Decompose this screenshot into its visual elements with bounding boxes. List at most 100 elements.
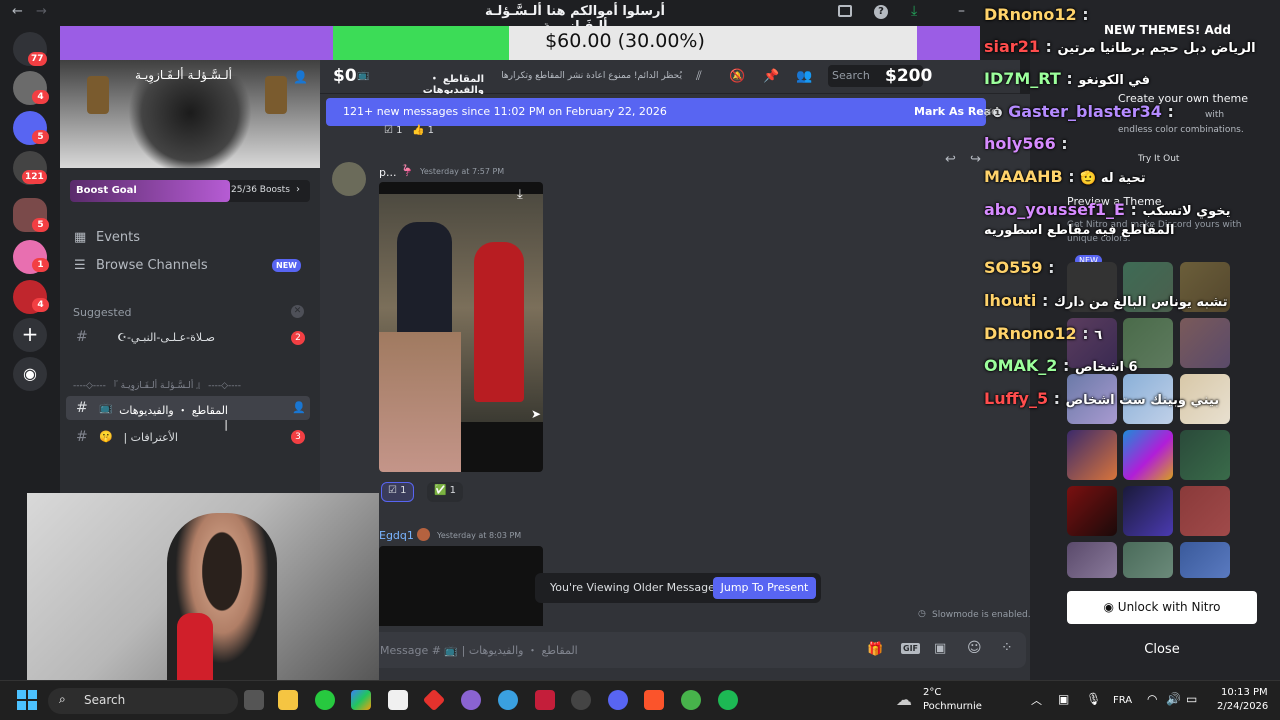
copilot-icon[interactable] [351, 690, 371, 710]
theme-swatch[interactable] [1067, 430, 1117, 480]
back-arrow-icon[interactable]: ← [12, 4, 23, 19]
emoji-icon[interactable]: ☺ [967, 640, 982, 656]
store-icon[interactable] [388, 690, 408, 710]
app-icon[interactable] [461, 690, 481, 710]
theme-swatch[interactable] [1180, 486, 1230, 536]
discord-icon[interactable] [608, 690, 628, 710]
reaction-button[interactable]: ✅ 1 [427, 482, 464, 502]
video-attachment[interactable] [379, 546, 543, 626]
slowmode-icon: ◷ [918, 609, 926, 619]
video-attachment[interactable]: ⤓ [379, 182, 543, 472]
app-icon[interactable] [315, 690, 335, 710]
theme-swatch[interactable] [1067, 486, 1117, 536]
browse-channels-link[interactable]: Browse Channels [96, 258, 208, 273]
threads-icon[interactable]: ⫽ [696, 69, 702, 84]
language-indicator[interactable]: FRA [1113, 695, 1132, 706]
chat-overlay-row: MAAAHB : تحية له 🫡 [984, 167, 1146, 186]
wps-icon[interactable] [535, 690, 555, 710]
brave-icon[interactable] [644, 690, 664, 710]
message-username[interactable]: Egdq1 [379, 529, 414, 542]
clock-date[interactable]: 2/24/2026 [1217, 701, 1268, 712]
task-view-icon[interactable] [244, 690, 264, 710]
channel-name[interactable]: المقاطع ・ والفيديوهات | [118, 402, 228, 431]
forward-arrow-icon[interactable]: → [36, 4, 47, 19]
events-link[interactable]: Events [96, 230, 140, 245]
minimize-icon[interactable]: – [958, 3, 965, 19]
reply-icon[interactable]: ↩ [945, 152, 956, 167]
help-icon[interactable]: ? [874, 5, 888, 19]
sticker-icon[interactable]: ▣ [934, 641, 946, 656]
unread-badge: 1 [32, 258, 49, 272]
edge-icon[interactable] [498, 690, 518, 710]
add-server-icon[interactable]: + [13, 318, 47, 352]
face-emoji-icon: 🤫 [99, 430, 113, 443]
goal-start-amount: $0 [333, 66, 357, 86]
windows-start-icon[interactable] [17, 690, 37, 710]
theme-swatch[interactable] [1180, 542, 1230, 578]
add-member-icon[interactable]: 👤 [292, 401, 306, 414]
discover-icon[interactable]: ◉ [13, 357, 47, 391]
volume-icon[interactable]: 🔊 [1166, 692, 1181, 706]
tv-icon: 📺 [99, 401, 113, 414]
chat-overlay-row: holy566 : [984, 134, 1068, 153]
theme-swatch[interactable] [1123, 542, 1173, 578]
microphone-icon[interactable]: 🎙 [1086, 692, 1101, 706]
message-timestamp: Yesterday at 7:57 PM [420, 167, 505, 176]
channel-name[interactable]: الأعترافات | [118, 431, 178, 444]
message-input-placeholder: Message # 📺 | المقاطع ・ والفيديوهات [380, 644, 578, 657]
unread-badge: 4 [32, 298, 49, 312]
spotify-icon[interactable] [718, 690, 738, 710]
clock-time[interactable]: 10:13 PM [1221, 687, 1268, 698]
pin-icon[interactable]: 📌 [763, 69, 779, 84]
suggested-channel[interactable]: صـلاة-عـلـى-النبـي-☪ [95, 331, 215, 344]
user-badge-icon [417, 528, 430, 541]
avatar[interactable] [332, 162, 366, 196]
chevron-right-icon: › [296, 184, 300, 195]
battery-icon[interactable]: ▭ [1186, 692, 1197, 706]
theme-swatch[interactable] [1180, 430, 1230, 480]
unread-badge: 121 [22, 170, 47, 184]
members-icon[interactable]: 👥 [796, 69, 812, 84]
apps-icon[interactable]: ⁘ [1001, 640, 1013, 656]
chat-overlay-row: SO559 : [984, 258, 1055, 277]
theme-swatch[interactable] [1067, 542, 1117, 578]
obs-icon[interactable] [571, 690, 591, 710]
theme-swatch[interactable] [1123, 486, 1173, 536]
jump-to-present-button[interactable]: Jump To Present [713, 577, 816, 599]
file-explorer-icon[interactable] [278, 690, 298, 710]
channel-topic[interactable]: يُحظر الدائم! ممنوع اعادة نشر المقاطع وت… [502, 71, 682, 81]
nitro-icon: ◉ [1103, 600, 1114, 614]
close-button[interactable]: Close [1067, 636, 1257, 664]
category-header[interactable]: ----◇---- 『 ألـسَّـؤلـة ألـفَـازوِيـة 』 … [73, 378, 248, 391]
goal-text: $60.00 (30.00%) [545, 30, 705, 52]
add-member-icon[interactable]: 👤 [293, 70, 308, 84]
taskbar-search[interactable]: Search [48, 688, 238, 714]
chat-overlay-row: DRnono12 : ٦ [984, 324, 1103, 343]
theme-swatch[interactable] [1123, 430, 1173, 480]
chat-overlay-row: ID7M_RT : في الكونغو [984, 69, 1150, 88]
hash-icon: # [76, 429, 88, 445]
server-name[interactable]: ألـسَّـؤلـة ألـفَـازوِيـة [72, 68, 232, 82]
slowmode-notice: Slowmode is enabled. [932, 610, 1031, 620]
reaction-button[interactable]: ☑ 1 [381, 482, 414, 502]
message-username[interactable]: p... [379, 166, 396, 179]
older-messages-text: You're Viewing Older Messages [550, 581, 721, 594]
download-icon[interactable]: ⤓ [911, 3, 917, 19]
inbox-icon[interactable] [838, 5, 852, 17]
boost-count: 25/36 Boosts [231, 185, 290, 195]
wifi-icon[interactable]: ◠ [1147, 692, 1157, 706]
gif-icon[interactable]: GIF [901, 643, 921, 654]
weather-temp: 2°C [923, 687, 942, 698]
unlock-nitro-button[interactable]: ◉ Unlock with Nitro [1067, 591, 1257, 624]
unread-badge: 2 [291, 331, 305, 345]
tray-app-icon[interactable]: ▣ [1058, 692, 1069, 706]
webcam-overlay [27, 493, 379, 680]
new-messages-text: 121+ new messages since 11:02 PM on Febr… [343, 105, 667, 118]
dismiss-icon[interactable]: ✕ [291, 305, 304, 318]
utorrent-icon[interactable] [681, 690, 701, 710]
hash-icon: # [76, 400, 88, 416]
gift-icon[interactable]: 🎁 [867, 642, 883, 657]
mute-bell-icon[interactable]: 🔕 [729, 69, 745, 84]
download-icon[interactable]: ⤓ [517, 187, 523, 202]
chevron-up-icon[interactable]: ︿ [1031, 692, 1042, 708]
